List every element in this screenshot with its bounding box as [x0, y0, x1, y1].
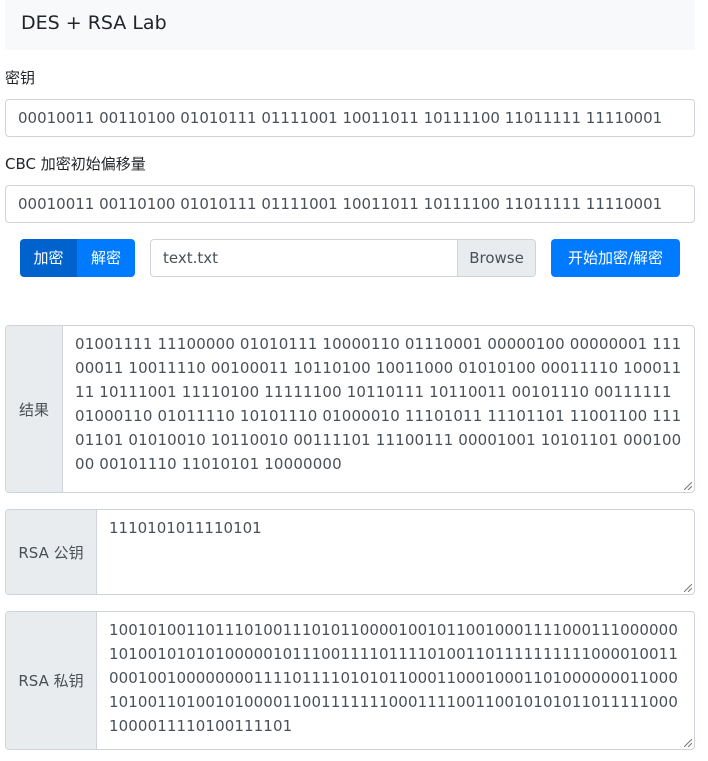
- navbar: DES + RSA Lab: [5, 0, 695, 50]
- rsa-private-textarea[interactable]: 1001010011011101001110101100001001011001…: [97, 612, 694, 749]
- file-input[interactable]: text.txt Browse: [150, 239, 536, 277]
- result-label: 结果: [6, 326, 63, 492]
- iv-input[interactable]: 00010011 00110100 01010111 01111001 1001…: [5, 185, 695, 223]
- rsa-public-group: RSA 公钥 1110101011110101: [5, 509, 695, 595]
- result-group: 结果 01001111 11100000 01010111 10000110 0…: [5, 325, 695, 493]
- resize-grip-icon[interactable]: [684, 584, 692, 592]
- resize-grip-icon[interactable]: [684, 482, 692, 490]
- rsa-private-group: RSA 私钥 100101001101110100111010110000100…: [5, 611, 695, 750]
- iv-label: CBC 加密初始偏移量: [5, 155, 146, 173]
- rsa-public-label: RSA 公钥: [6, 510, 97, 594]
- key-input[interactable]: 00010011 00110100 01010111 01111001 1001…: [5, 99, 695, 137]
- file-name-text: text.txt: [163, 249, 219, 267]
- app-title: DES + RSA Lab: [21, 12, 167, 34]
- key-label: 密钥: [5, 69, 36, 87]
- decrypt-button[interactable]: 解密: [77, 239, 135, 277]
- rsa-private-label: RSA 私钥: [6, 612, 97, 749]
- resize-grip-icon[interactable]: [684, 739, 692, 747]
- mode-toggle-group: 加密 解密: [20, 239, 135, 277]
- encrypt-button[interactable]: 加密: [20, 239, 77, 277]
- browse-button[interactable]: Browse: [457, 240, 535, 276]
- start-button[interactable]: 开始加密/解密: [551, 239, 680, 277]
- rsa-public-textarea[interactable]: 1110101011110101: [97, 510, 694, 594]
- result-textarea[interactable]: 01001111 11100000 01010111 10000110 0111…: [63, 326, 694, 492]
